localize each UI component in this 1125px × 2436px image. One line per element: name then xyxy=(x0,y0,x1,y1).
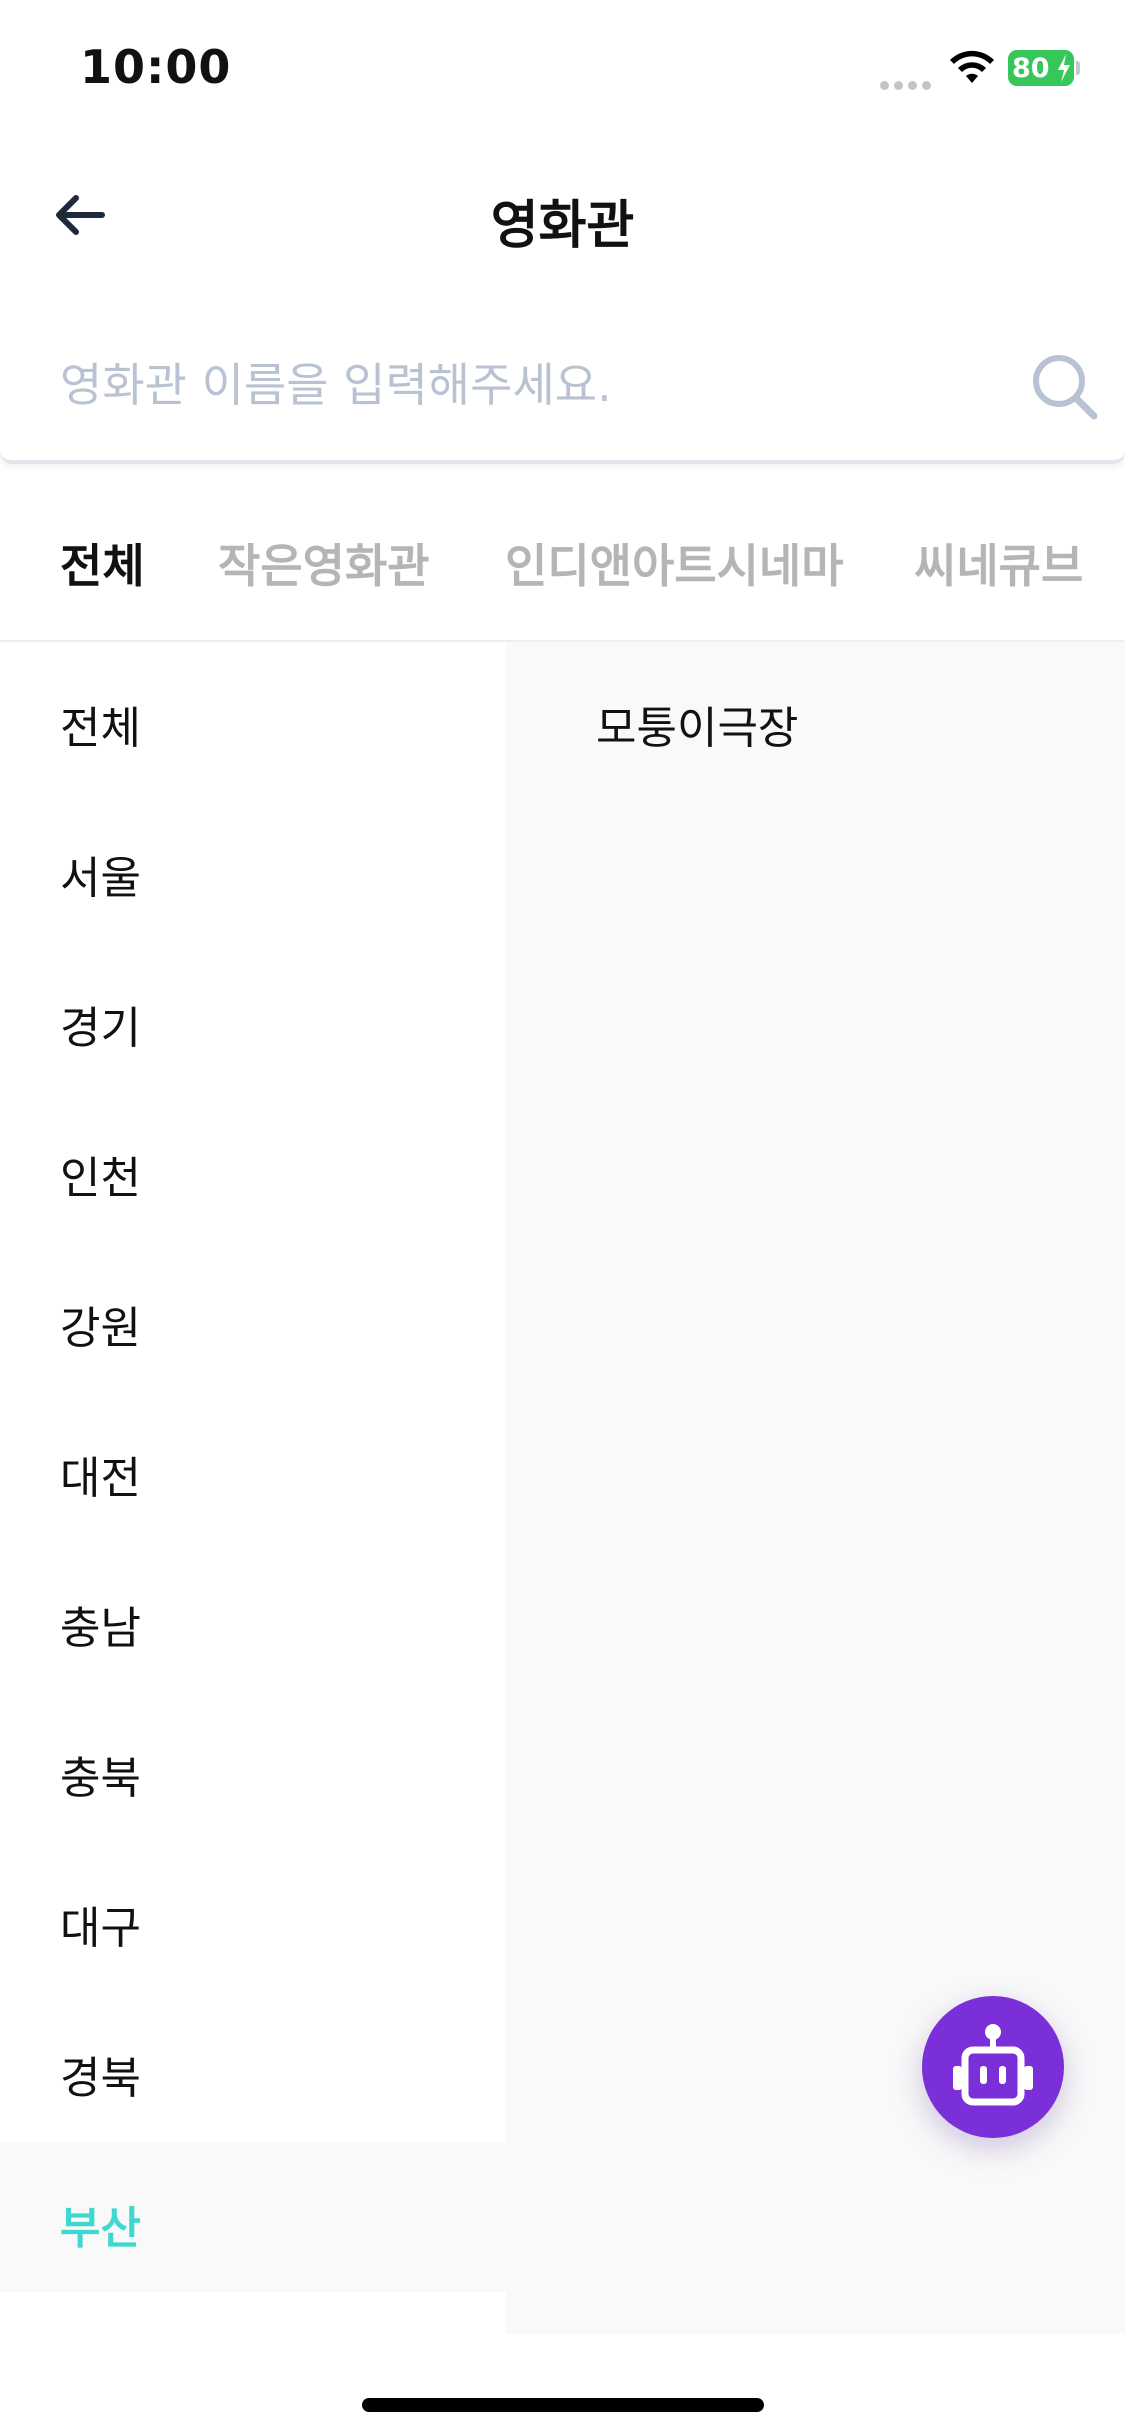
category-tabs: 전체 작은영화관 인디앤아트시네마 씨네큐브 xyxy=(0,480,1125,642)
home-indicator[interactable] xyxy=(362,2398,764,2412)
region-label: 경기 xyxy=(60,1003,141,1054)
region-item-gyeonggi[interactable]: 경기 xyxy=(0,942,506,1092)
tab-small-cinema[interactable]: 작은영화관 xyxy=(218,530,430,596)
region-label: 인천 xyxy=(60,1153,141,1204)
region-item-chungbuk[interactable]: 충북 xyxy=(0,1692,506,1842)
region-item-daegu[interactable]: 대구 xyxy=(0,1842,506,1992)
battery-level: 80 xyxy=(1012,53,1050,84)
tab-cinecube[interactable]: 씨네큐브 xyxy=(914,530,1083,596)
region-label: 충북 xyxy=(60,1753,141,1804)
region-item-chungnam[interactable]: 충남 xyxy=(0,1542,506,1692)
region-list: 전체 서울 경기 인천 강원 대전 충남 충북 대구 경북 부산 xyxy=(0,642,506,2334)
wifi-icon xyxy=(950,50,994,83)
region-item-gangwon[interactable]: 강원 xyxy=(0,1242,506,1392)
tab-all[interactable]: 전체 xyxy=(60,530,145,596)
region-item-incheon[interactable]: 인천 xyxy=(0,1092,506,1242)
region-label: 서울 xyxy=(60,853,141,904)
region-label: 대전 xyxy=(60,1453,141,1504)
bottom-safe-area xyxy=(0,2334,1125,2436)
search-icon[interactable] xyxy=(1028,350,1100,422)
region-item-gyeongbuk[interactable]: 경북 xyxy=(0,1992,506,2142)
search-bar xyxy=(0,310,1125,470)
region-label: 강원 xyxy=(60,1303,141,1354)
tab-indie-art-cinema[interactable]: 인디앤아트시네마 xyxy=(505,530,844,596)
battery-charging-icon: 80 xyxy=(1008,50,1080,86)
theater-item[interactable]: 모퉁이극장 xyxy=(506,642,1125,792)
status-time: 10:00 xyxy=(80,40,232,94)
signal-dots-icon xyxy=(880,75,936,90)
theater-label: 모퉁이극장 xyxy=(596,703,799,754)
bolt-icon xyxy=(1058,54,1070,82)
chatbot-button[interactable] xyxy=(922,1996,1064,2138)
region-label: 대구 xyxy=(60,1903,141,1954)
region-label: 전체 xyxy=(60,703,141,754)
region-item-seoul[interactable]: 서울 xyxy=(0,792,506,942)
robot-icon xyxy=(953,2024,1033,2106)
region-label: 충남 xyxy=(60,1603,141,1654)
status-bar: 10:00 80 xyxy=(0,0,1125,135)
search-input[interactable] xyxy=(0,310,1125,464)
region-item-busan[interactable]: 부산 xyxy=(0,2142,506,2292)
region-item-all[interactable]: 전체 xyxy=(0,642,506,792)
region-label: 부산 xyxy=(60,2203,141,2254)
page-title: 영화관 xyxy=(490,196,635,256)
region-label: 경북 xyxy=(60,2053,141,2104)
header: 영화관 xyxy=(0,135,1125,295)
region-item-daejeon[interactable]: 대전 xyxy=(0,1392,506,1542)
